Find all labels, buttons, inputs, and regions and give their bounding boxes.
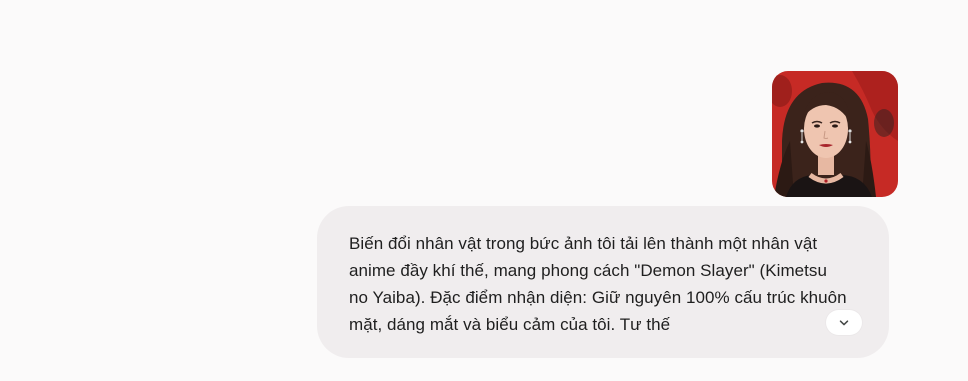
user-message-text: Biến đổi nhân vật trong bức ảnh tôi tải … [349, 234, 847, 334]
chevron-down-icon [839, 319, 849, 325]
chat-area: Biến đổi nhân vật trong bức ảnh tôi tải … [0, 0, 968, 381]
uploaded-image-thumbnail[interactable] [772, 71, 898, 197]
portrait-photo [772, 71, 898, 197]
expand-message-button[interactable] [826, 310, 862, 335]
user-message-bubble: Biến đổi nhân vật trong bức ảnh tôi tải … [317, 206, 889, 358]
